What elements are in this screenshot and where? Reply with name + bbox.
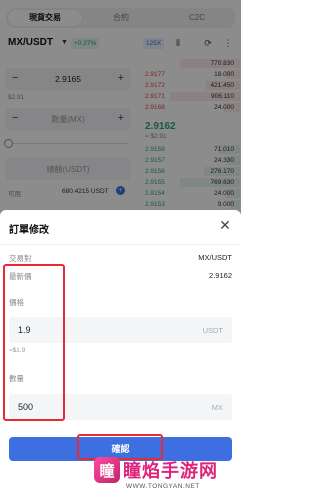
divider bbox=[0, 244, 241, 245]
watermark: 瞳 瞳焰手游网 WWW.TONGYAN.NET bbox=[90, 455, 241, 499]
watermark-url: WWW.TONGYAN.NET bbox=[126, 483, 200, 490]
pair-value: MX/USDT bbox=[198, 253, 232, 262]
last-price-value: 2.9162 bbox=[209, 271, 232, 280]
price-unit: USDT bbox=[202, 326, 223, 335]
quantity-unit: MX bbox=[211, 403, 223, 412]
sheet-title: 訂單修改 bbox=[9, 225, 49, 236]
close-icon[interactable]: ✕ bbox=[218, 218, 232, 232]
watermark-text: 瞳焰手游网 bbox=[123, 461, 218, 481]
highlight-box bbox=[3, 264, 65, 421]
watermark-logo-icon: 瞳 bbox=[94, 457, 120, 483]
pair-label: 交易對 bbox=[9, 254, 32, 263]
